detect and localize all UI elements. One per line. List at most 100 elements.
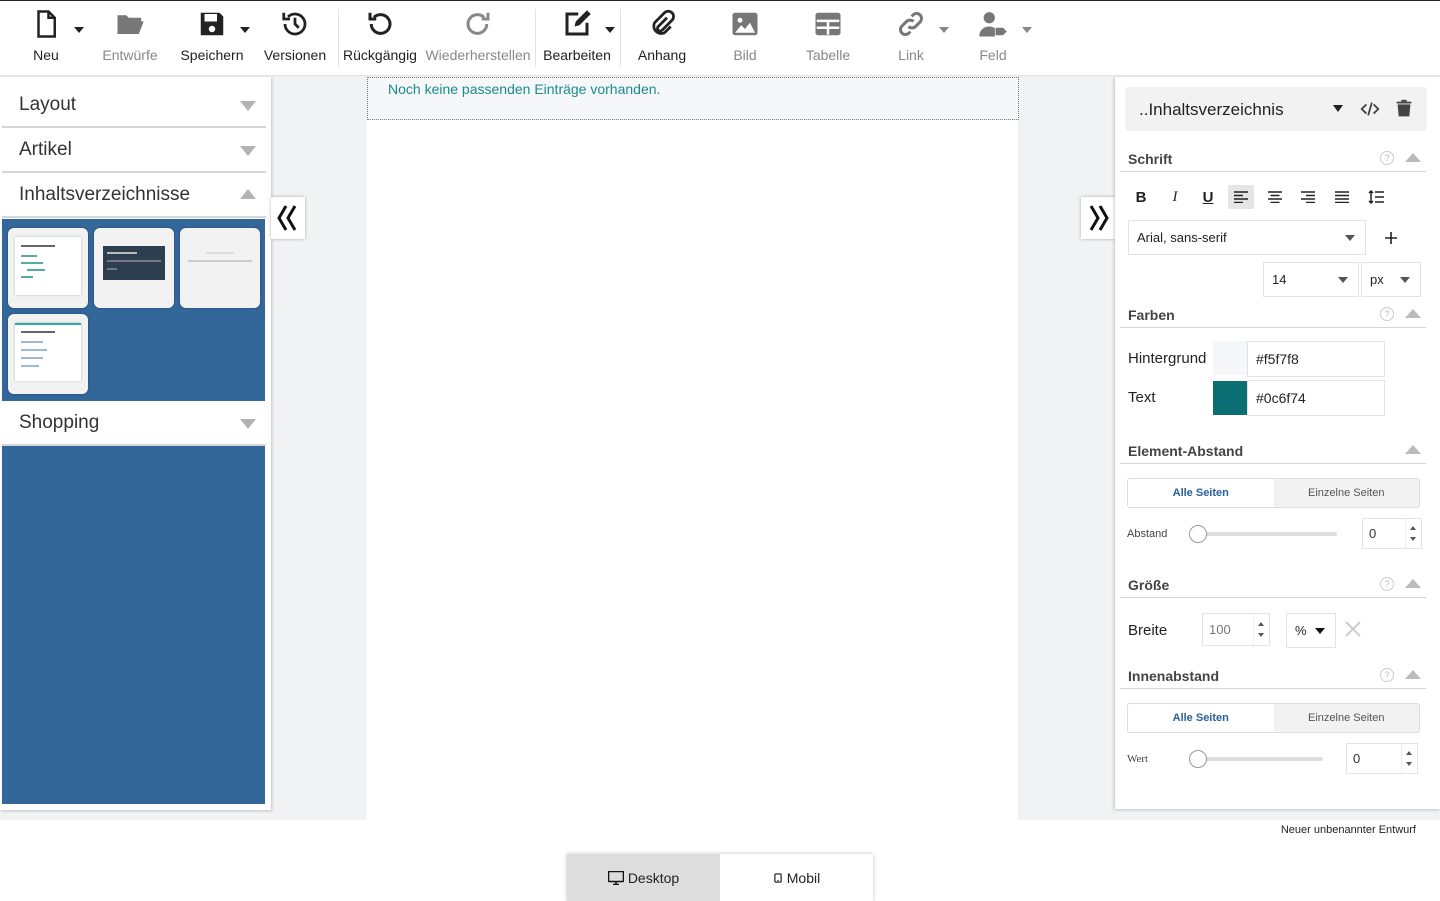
trash-icon[interactable] (1393, 98, 1415, 120)
line-height-icon (1368, 190, 1384, 204)
new-button[interactable]: Neu (26, 7, 66, 71)
table-button[interactable]: Tabelle (801, 7, 855, 71)
italic-button[interactable]: I (1162, 185, 1188, 209)
spinner-arrows-icon[interactable] (1401, 744, 1417, 773)
text-color-label: Text (1128, 389, 1156, 406)
bold-icon: B (1135, 188, 1147, 206)
padding-section-title: Innenabstand (1128, 668, 1220, 684)
text-color-swatch[interactable] (1213, 381, 1247, 415)
font-family-select[interactable]: Arial, sans-serif (1128, 220, 1366, 255)
spinner-arrows-icon[interactable] (1253, 614, 1269, 645)
toc-empty-note[interactable]: Noch keine passenden Einträge vorhanden. (367, 77, 1019, 120)
add-font-icon[interactable] (1385, 232, 1397, 244)
padding-slider-track[interactable] (1195, 757, 1323, 761)
section-toc-header[interactable]: Inhaltsverzeichnisse (2, 174, 266, 218)
align-justify-button[interactable] (1329, 185, 1355, 209)
collapse-right-panel-button[interactable] (1081, 197, 1115, 239)
font-size-select[interactable]: 14 (1263, 262, 1359, 297)
link-chain-icon (899, 12, 923, 36)
save-button[interactable]: Speichern (180, 7, 244, 71)
chevron-up-icon (1405, 670, 1421, 679)
spacing-mode-toggle[interactable]: Alle Seiten Einzelne Seiten (1127, 478, 1420, 508)
image-button[interactable]: Bild (720, 7, 770, 71)
section-layout-header[interactable]: Layout (2, 84, 266, 128)
section-articles-header[interactable]: Artikel (2, 129, 266, 173)
collapse-left-panel-button[interactable] (271, 197, 305, 239)
font-unit-value: px (1370, 272, 1384, 287)
image-label: Bild (733, 47, 757, 63)
spacing-slider-track[interactable] (1195, 532, 1337, 536)
width-value-input[interactable]: 100 (1202, 613, 1270, 646)
toc-template-thumbnail[interactable] (94, 228, 174, 308)
italic-icon: I (1172, 188, 1178, 205)
drafts-label: Entwürfe (102, 47, 158, 63)
properties-panel: ..Inhaltsverzeichnis Schrift ? B I U Ari… (1115, 77, 1440, 809)
link-dropdown-caret[interactable] (939, 27, 949, 33)
width-unit-value: % (1295, 623, 1307, 638)
element-selector[interactable]: ..Inhaltsverzeichnis (1125, 87, 1427, 131)
toc-template-thumbnail[interactable] (8, 228, 88, 308)
width-unit-select[interactable]: % (1286, 613, 1336, 648)
spacing-value-input[interactable]: 0 (1362, 518, 1422, 549)
align-left-button[interactable] (1228, 185, 1254, 209)
new-dropdown-caret[interactable] (74, 27, 84, 33)
chevron-up-icon (1405, 309, 1421, 318)
drafts-button[interactable]: Entwürfe (100, 7, 160, 71)
undo-icon (368, 12, 392, 35)
help-icon[interactable]: ? (1380, 668, 1394, 682)
spacing-slider-handle[interactable] (1189, 525, 1207, 543)
attachment-button[interactable]: Anhang (632, 7, 692, 71)
help-icon[interactable]: ? (1380, 307, 1394, 321)
background-color-swatch[interactable] (1213, 341, 1247, 375)
width-label: Breite (1128, 622, 1168, 639)
size-section-header[interactable]: Größe ? (1120, 574, 1426, 598)
save-dropdown-caret[interactable] (240, 27, 250, 33)
help-icon[interactable]: ? (1380, 577, 1394, 591)
link-button[interactable]: Link (888, 7, 934, 71)
padding-value-input[interactable]: 0 (1346, 743, 1418, 774)
save-disk-icon (200, 12, 224, 36)
padding-slider-handle[interactable] (1189, 750, 1207, 768)
toolbar-divider (620, 9, 621, 67)
desktop-view-tab[interactable]: Desktop (567, 854, 720, 901)
canvas-page[interactable] (367, 77, 1018, 820)
bold-button[interactable]: B (1128, 185, 1154, 209)
edit-button[interactable]: Bearbeiten (542, 7, 612, 71)
spacing-all-sides-tab[interactable]: Alle Seiten (1128, 479, 1274, 507)
padding-single-sides-tab[interactable]: Einzelne Seiten (1274, 704, 1420, 732)
paperclip-icon (652, 9, 675, 35)
padding-label: Wert (1127, 753, 1149, 765)
size-section-title: Größe (1128, 577, 1170, 593)
mobile-view-tab[interactable]: Mobil (720, 854, 873, 901)
spacing-section-header[interactable]: Element-Abstand (1120, 440, 1426, 464)
align-right-button[interactable] (1295, 185, 1321, 209)
colors-section-header[interactable]: Farben ? (1120, 304, 1426, 328)
help-icon[interactable]: ? (1380, 151, 1394, 165)
edit-dropdown-caret[interactable] (605, 27, 615, 33)
thumbnail-preview (15, 323, 81, 381)
padding-section-header[interactable]: Innenabstand ? (1120, 665, 1426, 689)
section-shopping-header[interactable]: Shopping (2, 402, 266, 446)
line-height-button[interactable] (1363, 185, 1389, 209)
background-color-input[interactable]: #f5f7f8 (1247, 341, 1385, 377)
underline-button[interactable]: U (1195, 185, 1221, 209)
text-color-input[interactable]: #0c6f74 (1247, 380, 1385, 416)
padding-mode-toggle[interactable]: Alle Seiten Einzelne Seiten (1127, 703, 1420, 733)
toc-template-thumbnail[interactable] (8, 314, 88, 394)
toc-template-thumbnail[interactable] (180, 228, 260, 308)
redo-button[interactable]: Wiederherstellen (424, 7, 532, 71)
desktop-view-label: Desktop (627, 869, 680, 886)
spinner-arrows-icon[interactable] (1405, 519, 1421, 548)
align-center-button[interactable] (1262, 185, 1288, 209)
padding-all-sides-tab[interactable]: Alle Seiten (1128, 704, 1274, 732)
clear-width-icon[interactable] (1345, 621, 1361, 637)
font-section-header[interactable]: Schrift ? (1120, 148, 1426, 172)
field-dropdown-caret[interactable] (1022, 27, 1032, 33)
field-button[interactable]: Feld (970, 7, 1016, 71)
font-unit-select[interactable]: px (1361, 262, 1421, 297)
chevron-up-icon (1405, 153, 1421, 162)
code-icon[interactable] (1359, 98, 1381, 120)
versions-button[interactable]: Versionen (263, 7, 327, 71)
undo-button[interactable]: Rückgängig (343, 7, 417, 71)
spacing-single-sides-tab[interactable]: Einzelne Seiten (1274, 479, 1420, 507)
